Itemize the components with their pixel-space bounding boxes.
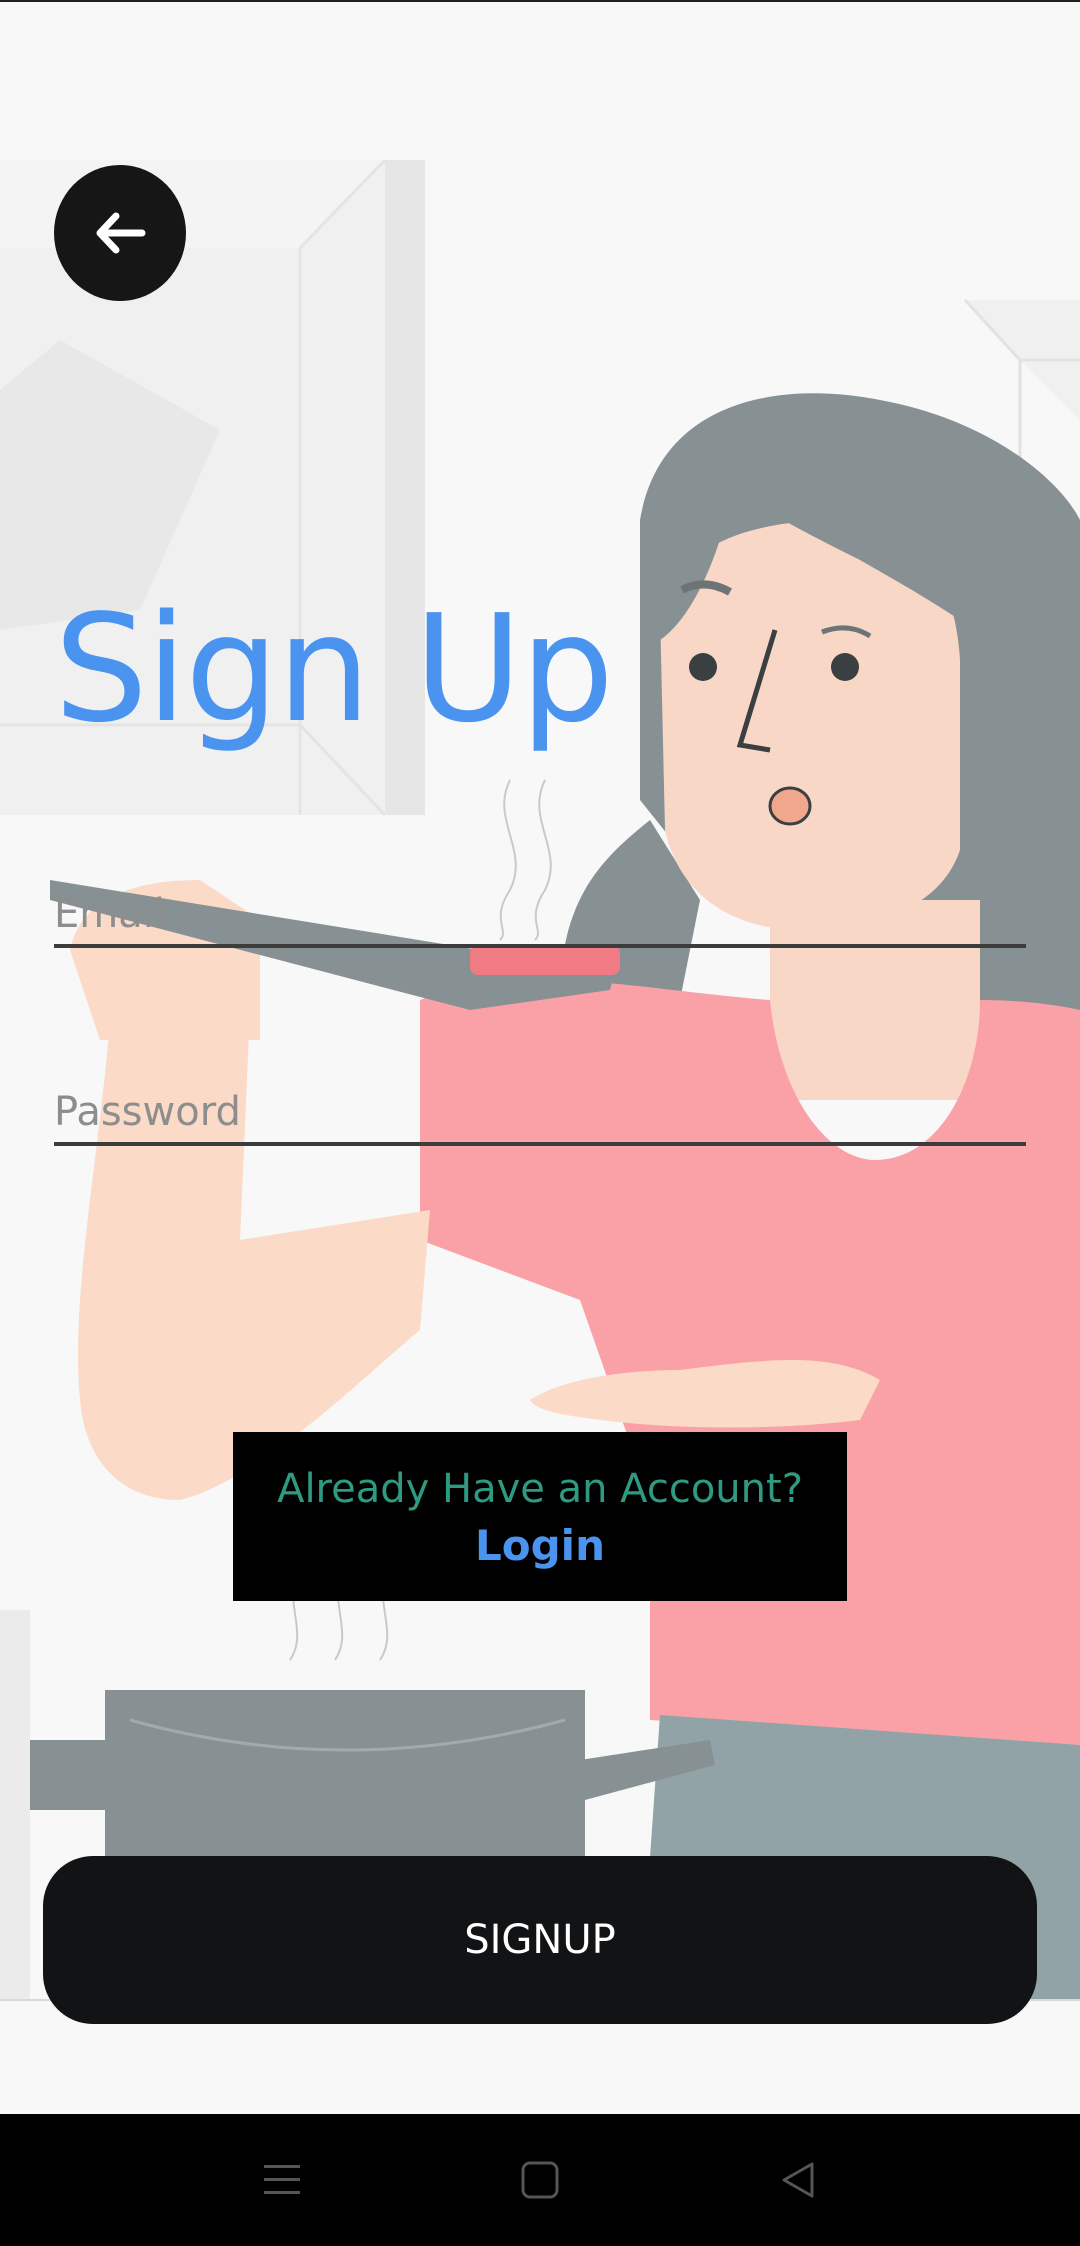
email-field[interactable] — [54, 884, 1026, 944]
back-button[interactable] — [54, 165, 186, 301]
arrow-left-icon — [96, 212, 146, 254]
home-square-icon — [521, 2161, 559, 2199]
menu-button[interactable] — [212, 2114, 352, 2246]
already-have-account-text: Already Have an Account? — [277, 1466, 803, 1512]
login-prompt-box: Already Have an Account? Login — [233, 1432, 847, 1601]
signup-button[interactable]: SIGNUP — [43, 1856, 1037, 2024]
nav-back-button[interactable] — [728, 2114, 868, 2246]
password-field[interactable] — [54, 1082, 1026, 1142]
system-nav-bar — [0, 2114, 1080, 2246]
back-triangle-icon — [782, 2162, 814, 2198]
menu-icon — [264, 2165, 300, 2194]
page-title: Sign Up — [54, 583, 614, 755]
home-button[interactable] — [470, 2114, 610, 2246]
password-field-container — [54, 1082, 1026, 1146]
email-field-container — [54, 884, 1026, 948]
login-link[interactable]: Login — [233, 1521, 847, 1570]
